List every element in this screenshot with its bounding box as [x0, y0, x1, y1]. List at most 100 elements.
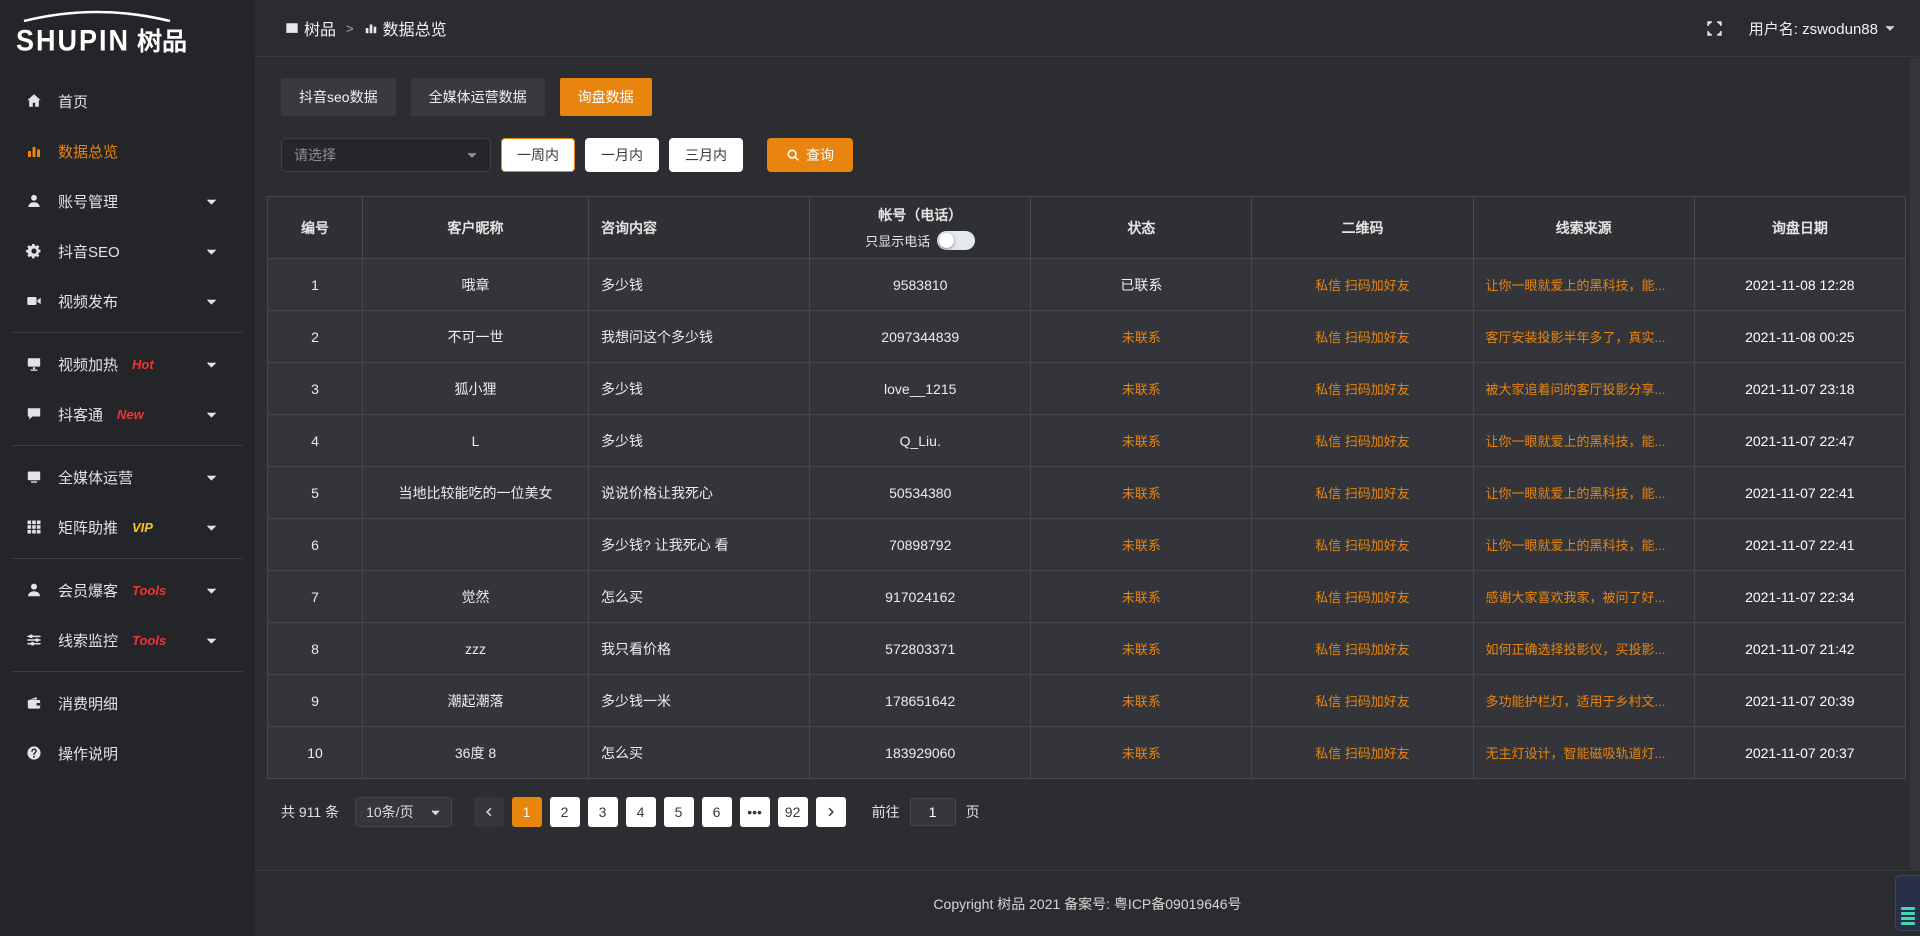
chat-icon	[26, 406, 43, 422]
page-button-4[interactable]: 4	[626, 797, 656, 827]
range-button-three-months[interactable]: 三月内	[669, 138, 743, 172]
sliders-icon	[26, 632, 43, 648]
fullscreen-icon[interactable]	[1706, 20, 1723, 37]
source-link[interactable]: 让你一眼就爱上的黑科技，能...	[1486, 434, 1666, 449]
gear-icon	[26, 243, 43, 259]
top-header: 树品 > 数据总览 用户名: zswodun88	[255, 0, 1920, 57]
sidebar-item-data-overview[interactable]: 数据总览	[0, 126, 255, 176]
breadcrumb-item-current[interactable]: 数据总览	[364, 16, 447, 40]
sidebar-item-operation-guide[interactable]: 操作说明	[0, 728, 255, 778]
page-button-92[interactable]: 92	[778, 797, 808, 827]
logo-text-cn: 树品	[137, 22, 187, 58]
home-icon	[26, 93, 43, 109]
goto-page-input[interactable]	[910, 798, 956, 826]
page-button-6[interactable]: 6	[702, 797, 732, 827]
column-header-label: 帐号（电话）	[822, 205, 1018, 225]
bar-chart-icon	[26, 143, 43, 159]
scrollbar-track[interactable]	[1910, 58, 1920, 870]
tab-media-operation-data[interactable]: 全媒体运营数据	[411, 78, 545, 116]
phone-only-toggle[interactable]	[937, 231, 975, 250]
qrcode-link[interactable]: 私信 扫码加好友	[1315, 486, 1410, 501]
cell-status: 未联系	[1031, 727, 1252, 779]
floating-widget[interactable]	[1895, 875, 1920, 931]
qrcode-link[interactable]: 私信 扫码加好友	[1315, 538, 1410, 553]
chevron-down-icon	[205, 634, 222, 647]
cell-status: 未联系	[1031, 623, 1252, 675]
next-page-button[interactable]	[816, 797, 846, 827]
source-link[interactable]: 多功能护栏灯，适用于乡村文...	[1486, 694, 1666, 709]
sidebar-item-video-publish[interactable]: 视频发布	[0, 276, 255, 326]
sidebar-item-home[interactable]: 首页	[0, 76, 255, 126]
sidebar-item-doukertong[interactable]: 抖客通New	[0, 389, 255, 439]
sidebar-item-video-heat[interactable]: 视频加热Hot	[0, 339, 255, 389]
column-header-label: 状态	[1127, 220, 1155, 236]
cell-nickname: 潮起潮落	[363, 675, 589, 727]
qrcode-link[interactable]: 私信 扫码加好友	[1315, 642, 1410, 657]
source-link[interactable]: 客厅安装投影半年多了，真实...	[1486, 330, 1666, 345]
sidebar-item-account-management[interactable]: 账号管理	[0, 176, 255, 226]
page-size-select[interactable]: 10条/页	[355, 797, 451, 827]
table-row: 9潮起潮落多少钱一米178651642未联系私信 扫码加好友多功能护栏灯，适用于…	[268, 675, 1906, 727]
qrcode-link[interactable]: 私信 扫码加好友	[1315, 590, 1410, 605]
breadcrumb-item-home[interactable]: 树品	[285, 16, 336, 40]
sidebar-item-label: 全媒体运营	[58, 467, 133, 488]
tab-douyin-seo-data[interactable]: 抖音seo数据	[281, 78, 396, 116]
page-button-3[interactable]: 3	[588, 797, 618, 827]
sidebar-item-matrix-boost[interactable]: 矩阵助推VIP	[0, 502, 255, 552]
qrcode-link[interactable]: 私信 扫码加好友	[1315, 330, 1410, 345]
cell-qrcode: 私信 扫码加好友	[1252, 571, 1473, 623]
user-menu[interactable]: 用户名: zswodun88	[1749, 18, 1896, 39]
toggle-knob	[939, 233, 954, 248]
page-ellipsis-button[interactable]: •••	[740, 797, 770, 827]
qrcode-link[interactable]: 私信 扫码加好友	[1315, 278, 1410, 293]
sidebar-item-consumption-detail[interactable]: 消费明细	[0, 678, 255, 728]
cell-id: 10	[268, 727, 363, 779]
widget-bar	[1901, 907, 1915, 910]
cell-date: 2021-11-07 23:18	[1694, 363, 1905, 415]
breadcrumb-label: 数据总览	[383, 16, 447, 40]
breadcrumb-separator: >	[346, 21, 354, 36]
source-link[interactable]: 感谢大家喜欢我家，被问了好...	[1486, 590, 1666, 605]
widget-bar	[1901, 922, 1915, 925]
qrcode-link[interactable]: 私信 扫码加好友	[1315, 746, 1410, 761]
display-icon	[26, 469, 43, 485]
search-button[interactable]: 查询	[767, 138, 853, 172]
page-button-1[interactable]: 1	[512, 797, 542, 827]
range-button-one-month[interactable]: 一月内	[585, 138, 659, 172]
page-button-5[interactable]: 5	[664, 797, 694, 827]
source-link[interactable]: 无主灯设计，智能磁吸轨道灯...	[1486, 746, 1666, 761]
cell-qrcode: 私信 扫码加好友	[1252, 519, 1473, 571]
cell-nickname: 狐小狸	[363, 363, 589, 415]
status-badge: 未联系	[1122, 486, 1161, 501]
qrcode-link[interactable]: 私信 扫码加好友	[1315, 694, 1410, 709]
cell-qrcode: 私信 扫码加好友	[1252, 623, 1473, 675]
sidebar-item-media-operation[interactable]: 全媒体运营	[0, 452, 255, 502]
prev-page-button[interactable]	[474, 797, 504, 827]
source-link[interactable]: 让你一眼就爱上的黑科技，能...	[1486, 278, 1666, 293]
status-badge: 未联系	[1122, 434, 1161, 449]
qrcode-link[interactable]: 私信 扫码加好友	[1315, 382, 1410, 397]
total-count: 共 911 条	[281, 802, 339, 822]
page-button-2[interactable]: 2	[550, 797, 580, 827]
cell-source: 多功能护栏灯，适用于乡村文...	[1473, 675, 1694, 727]
range-button-one-week[interactable]: 一周内	[501, 138, 575, 172]
range-buttons: 一周内一月内三月内	[491, 138, 743, 172]
user-icon	[26, 193, 43, 209]
sidebar-item-label: 账号管理	[58, 191, 118, 212]
cell-id: 7	[268, 571, 363, 623]
table-row: 1036度 8怎么买183929060未联系私信 扫码加好友无主灯设计，智能磁吸…	[268, 727, 1906, 779]
source-link[interactable]: 让你一眼就爱上的黑科技，能...	[1486, 486, 1666, 501]
account-select[interactable]: 请选择	[281, 138, 491, 172]
source-link[interactable]: 让你一眼就爱上的黑科技，能...	[1486, 538, 1666, 553]
sidebar-item-douyin-seo[interactable]: 抖音SEO	[0, 226, 255, 276]
sidebar-item-member-customers[interactable]: 会员爆客Tools	[0, 565, 255, 615]
source-link[interactable]: 被大家追着问的客厅投影分享...	[1486, 382, 1666, 397]
qrcode-link[interactable]: 私信 扫码加好友	[1315, 434, 1410, 449]
tab-inquiry-data[interactable]: 询盘数据	[560, 78, 652, 116]
table-row: 5当地比较能吃的一位美女说说价格让我死心50534380未联系私信 扫码加好友让…	[268, 467, 1906, 519]
cell-content: 多少钱	[589, 259, 810, 311]
column-header-label: 线索来源	[1556, 220, 1612, 236]
sidebar-item-label: 消费明细	[58, 693, 118, 714]
source-link[interactable]: 如何正确选择投影仪，买投影...	[1486, 642, 1666, 657]
sidebar-item-lead-monitor[interactable]: 线索监控Tools	[0, 615, 255, 665]
